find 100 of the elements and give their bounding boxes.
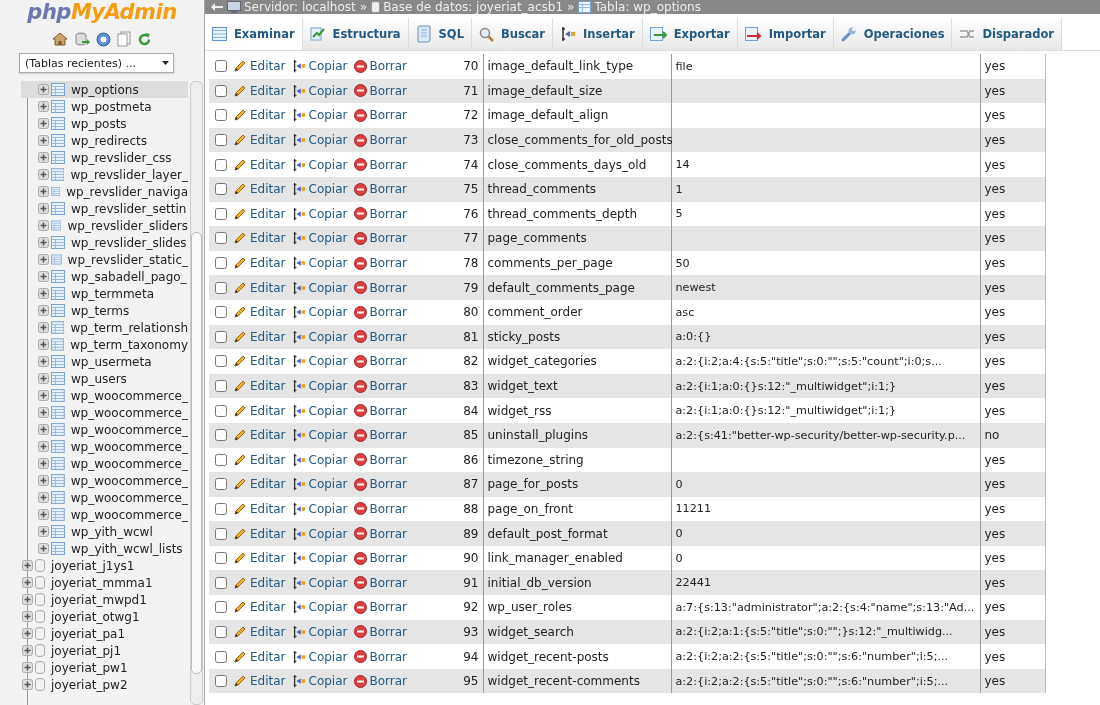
copy-link[interactable]: Copiar xyxy=(291,231,348,246)
tree-item[interactable]: wp_revslider_layer_ xyxy=(21,166,188,183)
copy-link[interactable]: Copiar xyxy=(291,182,348,197)
edit-link[interactable]: Editar xyxy=(233,305,286,320)
tree-item[interactable]: joyeriat_pw2 xyxy=(21,676,188,693)
copy-link[interactable]: Copiar xyxy=(291,256,348,271)
copy-link[interactable]: Copiar xyxy=(291,600,348,615)
tree-item[interactable]: joyeriat_otwg1 xyxy=(21,608,188,625)
tree-item[interactable]: wp_term_taxonomy xyxy=(21,336,188,353)
copy-link[interactable]: Copiar xyxy=(291,551,348,566)
delete-link[interactable]: Borrar xyxy=(353,354,408,369)
tree-item[interactable]: wp_revslider_css xyxy=(21,149,188,166)
tree-item[interactable]: wp_revslider_slides xyxy=(21,234,188,251)
tab[interactable]: Buscar xyxy=(471,18,553,50)
delete-link[interactable]: Borrar xyxy=(353,133,408,148)
tree-item[interactable]: wp_users xyxy=(21,370,188,387)
edit-link[interactable]: Editar xyxy=(233,280,286,295)
tree-item[interactable]: wp_revslider_static_ xyxy=(21,251,188,268)
tab[interactable]: Disparador xyxy=(952,18,1063,50)
tree-item[interactable]: joyeriat_pa1 xyxy=(21,625,188,642)
copy-link[interactable]: Copiar xyxy=(291,624,348,639)
edit-link[interactable]: Editar xyxy=(233,83,286,98)
copy-link[interactable]: Copiar xyxy=(291,280,348,295)
tree-item[interactable]: wp_yith_wcwl xyxy=(21,523,188,540)
phpmyadmin-logo[interactable]: phpMyAdmin xyxy=(27,0,177,24)
delete-link[interactable]: Borrar xyxy=(353,600,408,615)
tab[interactable]: Insertar xyxy=(553,18,643,50)
tree-item[interactable]: wp_postmeta xyxy=(21,98,188,115)
copy-link[interactable]: Copiar xyxy=(291,674,348,689)
edit-link[interactable]: Editar xyxy=(233,182,286,197)
tab[interactable]: Exportar xyxy=(642,18,738,50)
delete-link[interactable]: Borrar xyxy=(353,624,408,639)
tree-item[interactable]: wp_usermeta xyxy=(21,353,188,370)
delete-link[interactable]: Borrar xyxy=(353,428,408,443)
delete-link[interactable]: Borrar xyxy=(353,526,408,541)
edit-link[interactable]: Editar xyxy=(233,133,286,148)
copy-link[interactable]: Copiar xyxy=(291,83,348,98)
copy-link[interactable]: Copiar xyxy=(291,379,348,393)
edit-link[interactable]: Editar xyxy=(233,624,286,639)
delete-link[interactable]: Borrar xyxy=(353,379,408,393)
edit-link[interactable]: Editar xyxy=(233,452,286,467)
copy-link[interactable]: Copiar xyxy=(291,354,348,369)
tree-item[interactable]: wp_term_relationsh xyxy=(21,319,188,336)
copy-link[interactable]: Copiar xyxy=(291,305,348,320)
tree-item[interactable]: wp_sabadell_pago_ xyxy=(21,268,188,285)
copy-link[interactable]: Copiar xyxy=(291,403,348,418)
delete-link[interactable]: Borrar xyxy=(353,575,408,590)
tree-item[interactable]: wp_woocommerce_ xyxy=(21,404,188,421)
tree-item[interactable]: wp_woocommerce_ xyxy=(21,387,188,404)
delete-link[interactable]: Borrar xyxy=(353,674,408,689)
edit-link[interactable]: Editar xyxy=(233,231,286,246)
tab[interactable]: Importar xyxy=(737,18,834,50)
edit-link[interactable]: Editar xyxy=(233,649,286,664)
tree-item[interactable]: joyeriat_mmma1 xyxy=(21,574,188,591)
edit-link[interactable]: Editar xyxy=(233,477,286,492)
tree-item[interactable]: joyeriat_pj1 xyxy=(21,642,188,659)
tree-item[interactable]: joyeriat_j1ys1 xyxy=(21,557,188,574)
copy-link[interactable]: Copiar xyxy=(291,649,348,664)
tree-item[interactable]: wp_woocommerce_ xyxy=(21,489,188,506)
tab[interactable]: Estructura xyxy=(302,18,409,50)
delete-link[interactable]: Borrar xyxy=(353,452,408,467)
tree-item[interactable]: wp_yith_wcwl_lists xyxy=(21,540,188,557)
edit-link[interactable]: Editar xyxy=(233,157,286,172)
edit-link[interactable]: Editar xyxy=(233,428,286,443)
copy-link[interactable]: Copiar xyxy=(291,108,348,123)
tree-item[interactable]: joyeriat_mwpd1 xyxy=(21,591,188,608)
copy-link[interactable]: Copiar xyxy=(291,477,348,492)
delete-link[interactable]: Borrar xyxy=(353,157,408,172)
edit-link[interactable]: Editar xyxy=(233,403,286,418)
tab[interactable]: Operaciones xyxy=(833,18,953,50)
delete-link[interactable]: Borrar xyxy=(353,280,408,295)
delete-link[interactable]: Borrar xyxy=(353,206,408,221)
tree-item[interactable]: wp_woocommerce_ xyxy=(21,455,188,472)
delete-link[interactable]: Borrar xyxy=(353,551,408,566)
tree-item[interactable]: wp_termmeta xyxy=(21,285,188,302)
tree-item[interactable]: wp_woocommerce_ xyxy=(21,506,188,523)
edit-link[interactable]: Editar xyxy=(233,108,286,123)
edit-link[interactable]: Editar xyxy=(233,329,286,344)
tree-item[interactable]: wp_woocommerce_ xyxy=(21,472,188,489)
tree-item[interactable]: wp_terms xyxy=(21,302,188,319)
copy-link[interactable]: Copiar xyxy=(291,428,348,443)
delete-link[interactable]: Borrar xyxy=(353,59,408,74)
copy-link[interactable]: Copiar xyxy=(291,133,348,148)
delete-link[interactable]: Borrar xyxy=(353,108,408,123)
edit-link[interactable]: Editar xyxy=(233,59,286,74)
edit-link[interactable]: Editar xyxy=(233,600,286,615)
delete-link[interactable]: Borrar xyxy=(353,83,408,98)
tree-item[interactable]: wp_revslider_settin xyxy=(21,200,188,217)
delete-link[interactable]: Borrar xyxy=(353,502,408,516)
delete-link[interactable]: Borrar xyxy=(353,256,408,271)
copy-link[interactable]: Copiar xyxy=(291,502,348,516)
delete-link[interactable]: Borrar xyxy=(353,231,408,246)
tree-item[interactable]: joyeriat_pw1 xyxy=(21,659,188,676)
tree-item[interactable]: wp_woocommerce_ xyxy=(21,438,188,455)
edit-link[interactable]: Editar xyxy=(233,502,286,516)
delete-link[interactable]: Borrar xyxy=(353,329,408,344)
tree-item[interactable]: wp_redirects xyxy=(21,132,188,149)
copy-link[interactable]: Copiar xyxy=(291,329,348,344)
tab[interactable]: SQL xyxy=(408,18,472,50)
copy-link[interactable]: Copiar xyxy=(291,59,348,74)
